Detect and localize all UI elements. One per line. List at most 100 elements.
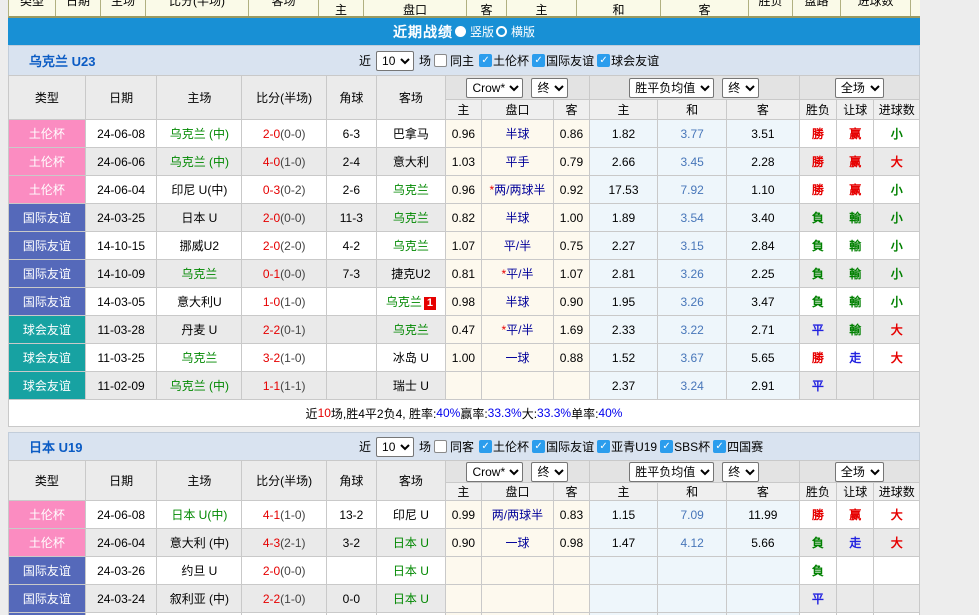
- avg-home-odds-cell: 17.53: [589, 176, 658, 204]
- league-filter-group: ✓土伦杯✓国际友谊✓亚青U19✓SBS杯✓四国赛: [477, 438, 763, 455]
- avg-time-select[interactable]: 终: [722, 462, 759, 482]
- home-team-link[interactable]: 乌克兰 (中): [170, 379, 229, 393]
- home-team-link[interactable]: 印尼 U(中): [171, 183, 227, 197]
- horizontal-layout-radio[interactable]: [496, 26, 507, 37]
- away-team-link[interactable]: 日本 U: [393, 592, 429, 606]
- avg-home-odds-cell: 1.95: [589, 288, 658, 316]
- home-team-link[interactable]: 意大利U: [177, 295, 222, 309]
- match-count-select[interactable]: 10: [376, 51, 414, 71]
- away-team-cell: 乌克兰: [376, 232, 446, 260]
- home-team-link[interactable]: 乌克兰: [181, 351, 217, 365]
- avg-odds-select[interactable]: 胜平负均值: [629, 462, 714, 482]
- date-cell: 14-10-09: [85, 260, 157, 288]
- league-checkbox[interactable]: ✓: [532, 440, 545, 453]
- match-count-select[interactable]: 10: [376, 437, 414, 457]
- away-team-link[interactable]: 乌克兰: [393, 323, 429, 337]
- league-checkbox[interactable]: ✓: [660, 440, 673, 453]
- away-team-link[interactable]: 乌克兰: [393, 239, 429, 253]
- away-team-link[interactable]: 捷克U2: [391, 267, 430, 281]
- vertical-layout-radio[interactable]: [455, 26, 466, 37]
- home-odds-cell: 1.03: [446, 148, 481, 176]
- avg-away-odds-cell: 3.40: [727, 204, 800, 232]
- league-filter: ✓国际友谊: [532, 52, 594, 69]
- home-team-cell: 乌克兰 (中): [157, 372, 242, 400]
- corner-cell: [327, 557, 376, 585]
- away-odds-cell: 0.92: [554, 176, 589, 204]
- home-team-link[interactable]: 叙利亚 (中): [170, 592, 229, 606]
- league-checkbox[interactable]: ✓: [597, 440, 610, 453]
- home-team-link[interactable]: 日本 U(中): [171, 508, 227, 522]
- match-row: 土伦杯24-06-04意大利 (中)4-3(2-1)3-2日本 U0.90一球0…: [9, 529, 920, 557]
- score-cell: 2-0(2-0): [242, 232, 327, 260]
- summary-segment: 大:: [522, 405, 537, 422]
- league-checkbox[interactable]: ✓: [479, 440, 492, 453]
- summary-segment: 33.3%: [537, 406, 571, 420]
- prev-header-col: 客: [467, 0, 507, 16]
- type-cell: 土伦杯: [9, 501, 86, 529]
- bookmaker-select[interactable]: Crow*: [466, 462, 523, 482]
- avg-draw-odds-cell: 3.77: [658, 120, 727, 148]
- home-team-link[interactable]: 乌克兰 (中): [170, 155, 229, 169]
- home-team-link[interactable]: 挪威U2: [180, 239, 219, 253]
- league-checkbox[interactable]: ✓: [597, 54, 610, 67]
- avg-odds-select[interactable]: 胜平负均值: [629, 78, 714, 98]
- away-team-link[interactable]: 意大利: [393, 155, 429, 169]
- score-cell: 4-3(2-1): [242, 529, 327, 557]
- away-team-link[interactable]: 日本 U: [393, 564, 429, 578]
- goals-result-cell: 大: [874, 501, 920, 529]
- vertical-layout-label[interactable]: 竖版: [470, 23, 494, 40]
- away-team-cell: 乌克兰: [376, 316, 446, 344]
- odds-time-select[interactable]: 终: [531, 462, 568, 482]
- away-team-link[interactable]: 瑞士 U: [393, 379, 429, 393]
- league-checkbox[interactable]: ✓: [713, 440, 726, 453]
- prev-header-col-label: 进球数: [841, 0, 910, 9]
- handicap-cell: 半球: [481, 288, 554, 316]
- handicap-cell: 平手: [481, 148, 554, 176]
- score-cell: 2-0(0-0): [242, 204, 327, 232]
- handicap-value: 半球: [505, 295, 529, 309]
- bookmaker-select[interactable]: Crow*: [466, 78, 523, 98]
- recent-results-page: 类型日期主场比分(半场)客场主盘口客主和客胜负盘路进球数 近期战绩 竖版 横版 …: [0, 0, 979, 615]
- goals-result-cell: [874, 557, 920, 585]
- prev-header-col-label: 客场: [249, 0, 318, 9]
- away-team-link[interactable]: 日本 U: [393, 536, 429, 550]
- wdl-result-cell: 負: [799, 232, 836, 260]
- away-team-link[interactable]: 乌克兰: [386, 295, 422, 309]
- home-team-cell: 乌克兰 (中): [157, 148, 242, 176]
- away-team-link[interactable]: 乌克兰: [393, 183, 429, 197]
- home-team-link[interactable]: 意大利 (中): [170, 536, 229, 550]
- col-avg-draw: 和: [658, 100, 727, 120]
- match-row: 国际友谊24-03-25日本 U2-0(0-0)11-3乌克兰0.82半球1.0…: [9, 204, 920, 232]
- odds-time-select[interactable]: 终: [531, 78, 568, 98]
- home-team-link[interactable]: 乌克兰 (中): [170, 127, 229, 141]
- same-venue-checkbox[interactable]: [434, 54, 447, 67]
- prev-header-col: 胜负: [749, 0, 793, 16]
- handicap-result-cell: 走: [837, 344, 874, 372]
- away-team-cell: 日本 U: [376, 529, 446, 557]
- avg-home-odds-cell: [589, 585, 658, 613]
- away-team-link[interactable]: 冰岛 U: [393, 351, 429, 365]
- horizontal-layout-label[interactable]: 横版: [511, 23, 535, 40]
- away-team-link[interactable]: 巴拿马: [393, 127, 429, 141]
- away-team-link[interactable]: 乌克兰: [393, 211, 429, 225]
- home-team-link[interactable]: 乌克兰: [181, 267, 217, 281]
- scope-select[interactable]: 全场: [835, 78, 884, 98]
- halftime-score: (0-0): [280, 127, 305, 141]
- recent-results-banner: 近期战绩 竖版 横版: [8, 18, 920, 45]
- scope-select[interactable]: 全场: [835, 462, 884, 482]
- score-cell: 1-1(1-1): [242, 372, 327, 400]
- home-team-link[interactable]: 日本 U: [181, 211, 217, 225]
- same-venue-checkbox[interactable]: [434, 440, 447, 453]
- home-team-link[interactable]: 丹麦 U: [181, 323, 217, 337]
- away-team-link[interactable]: 印尼 U: [393, 508, 429, 522]
- same-venue-label: 同客: [450, 438, 474, 455]
- avg-away-odds-cell: 1.10: [727, 176, 800, 204]
- goals-result-cell: [874, 585, 920, 613]
- prev-header-col: 主: [319, 0, 364, 16]
- avg-time-select[interactable]: 终: [722, 78, 759, 98]
- league-checkbox[interactable]: ✓: [532, 54, 545, 67]
- corner-cell: 11-3: [327, 204, 376, 232]
- handicap-result-cell: 輸: [837, 232, 874, 260]
- league-checkbox[interactable]: ✓: [479, 54, 492, 67]
- home-team-link[interactable]: 约旦 U: [181, 564, 217, 578]
